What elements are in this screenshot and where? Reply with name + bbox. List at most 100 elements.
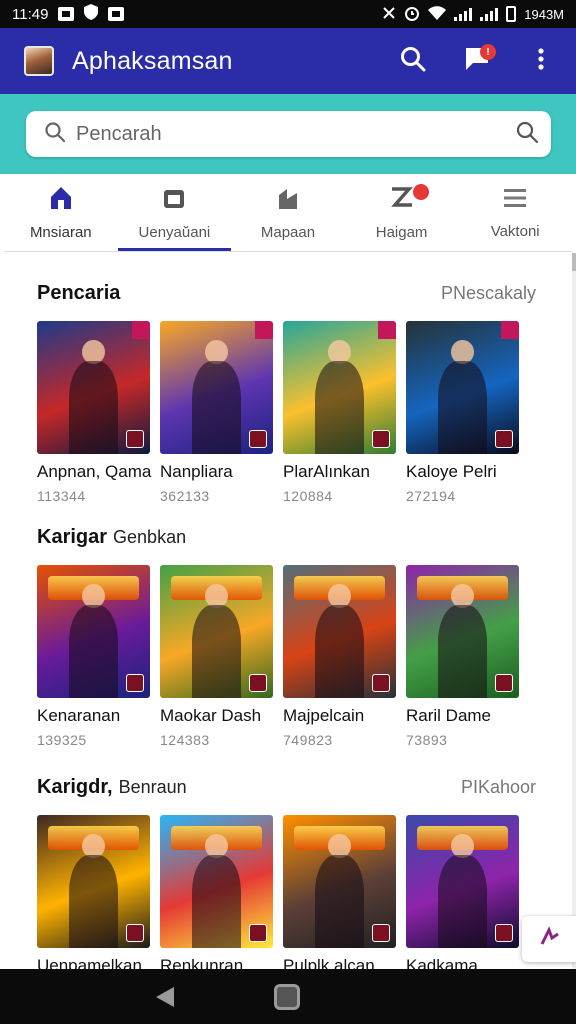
character-head	[82, 583, 105, 608]
tab-puzzle[interactable]: Mapaan	[231, 174, 345, 251]
back-icon[interactable]	[156, 986, 174, 1007]
game-download-count: 749823	[283, 732, 333, 748]
kebab-menu-icon	[537, 47, 545, 76]
scrollbar-thumb[interactable]	[572, 253, 576, 271]
game-card[interactable]: Anpnan, Qama 113344	[37, 321, 151, 504]
tab-store[interactable]: Uenyaŭani	[117, 174, 232, 251]
game-download-count: 362133	[160, 488, 210, 504]
game-cover-image[interactable]	[406, 321, 519, 454]
character-head	[451, 833, 474, 858]
game-cover-image[interactable]	[283, 815, 396, 948]
game-cover-image[interactable]	[283, 321, 396, 454]
game-title: Kenaranan	[37, 706, 121, 725]
more-options-button[interactable]	[526, 46, 556, 76]
game-title: Majpelcain	[283, 706, 365, 725]
tab-label: Mapaan	[260, 223, 316, 241]
section-header: Pencaria PNescakaly	[37, 281, 536, 305]
search-submit-icon[interactable]	[515, 120, 539, 149]
puzzle-icon	[275, 185, 301, 216]
game-title: Nanpliara	[160, 462, 233, 481]
rating-chip-icon	[372, 924, 390, 942]
rating-chip-icon	[126, 674, 144, 692]
rating-chip-icon	[126, 924, 144, 942]
tab-home[interactable]: Mnsiaran	[4, 174, 118, 251]
game-title: PlarAlınkan	[283, 462, 370, 481]
section-title: Karigar	[37, 525, 108, 548]
chat-icon	[389, 185, 415, 216]
character-figure	[68, 360, 119, 454]
card-row: Kenaranan 139325 Maokar Dash 124383 Majpelca…	[37, 565, 519, 748]
section-see-more-link[interactable]: PNescakaly	[441, 283, 536, 304]
signal-icon	[454, 7, 473, 21]
tab-label: Vaktoni	[490, 222, 540, 240]
search-button[interactable]	[398, 46, 428, 76]
game-card[interactable]: Nanpliara 362133	[160, 321, 273, 504]
notifications-button[interactable]: !	[462, 44, 496, 76]
section-see-more-link[interactable]: PIKahoor	[461, 777, 536, 798]
game-card[interactable]: Kenaranan 139325	[37, 565, 150, 748]
character-head	[205, 833, 228, 858]
search-icon	[400, 46, 426, 77]
rating-chip-icon	[249, 430, 267, 448]
card-row: Uenpamelkan10363Renkunran110334Pulplk al…	[37, 815, 519, 969]
character-head	[328, 339, 351, 364]
rating-chip-icon	[249, 924, 267, 942]
game-cover-image[interactable]	[37, 565, 150, 698]
app-title: Aphaksamsan	[72, 46, 233, 75]
section-subtitle: Benraun	[118, 776, 187, 797]
tab-bar: Mnsiaran Uenyaŭani Mapaan Haigam Vaktoni	[4, 174, 572, 252]
corner-badge	[132, 321, 150, 339]
scrollbar[interactable]	[572, 253, 576, 969]
notification-badge: !	[480, 44, 496, 60]
game-title: Uenpamelkan	[37, 956, 142, 969]
game-cover-image[interactable]	[37, 321, 150, 454]
corner-badge	[378, 321, 396, 339]
character-figure	[314, 854, 365, 948]
status-bar: 11:49 1943M	[0, 0, 576, 28]
section-subtitle: Genbkan	[113, 526, 187, 547]
status-right-text: 1943M	[524, 6, 564, 22]
status-time: 11:49	[12, 5, 49, 23]
character-figure	[437, 360, 488, 454]
game-cover-image[interactable]	[406, 565, 519, 698]
floating-action-button[interactable]	[522, 916, 576, 962]
battery-icon	[506, 6, 517, 22]
game-card[interactable]: PlarAlınkan 120884	[283, 321, 396, 504]
game-cover-image[interactable]	[160, 565, 273, 698]
search-box	[26, 111, 551, 157]
tab-chat[interactable]: Haigam	[345, 174, 459, 251]
search-input[interactable]	[76, 122, 515, 146]
game-card[interactable]: Kaloye Pelri 272194	[406, 321, 519, 504]
tab-menu[interactable]: Vaktoni	[458, 174, 572, 251]
tab-label: Uenyaŭani	[138, 223, 211, 241]
avatar[interactable]	[24, 46, 54, 76]
character-figure	[68, 604, 119, 698]
game-cover-image[interactable]	[160, 321, 273, 454]
character-head	[328, 833, 351, 858]
character-figure	[314, 360, 365, 454]
system-nav-bar	[0, 969, 576, 1024]
rating-chip-icon	[126, 430, 144, 448]
app-notification-icon	[108, 7, 125, 21]
rating-chip-icon	[249, 674, 267, 692]
game-card[interactable]: Renkunran110334	[160, 815, 273, 969]
character-head	[82, 339, 105, 364]
game-cover-image[interactable]	[406, 815, 519, 948]
section-title: Pencaria	[37, 281, 121, 304]
game-card[interactable]: Raril Dame 73893	[406, 565, 519, 748]
content-feed[interactable]: Pencaria PNescakaly Anpnan, Qama 113344 Nanp…	[4, 253, 572, 969]
game-cover-image[interactable]	[37, 815, 150, 948]
home-nav-icon[interactable]	[274, 983, 300, 1010]
game-card[interactable]: Pulplk alcan71134	[283, 815, 396, 969]
game-cover-image[interactable]	[283, 565, 396, 698]
game-card[interactable]: Maokar Dash 124383	[160, 565, 273, 748]
nfc-icon	[382, 6, 396, 23]
game-card[interactable]: Uenpamelkan10363	[37, 815, 150, 969]
shield-icon	[84, 4, 99, 24]
game-download-count: 120884	[283, 488, 333, 504]
game-cover-image[interactable]	[160, 815, 273, 948]
game-card[interactable]: Kadkama20322	[406, 815, 519, 969]
signal-2-icon	[480, 7, 499, 21]
character-figure	[68, 854, 119, 948]
game-card[interactable]: Majpelcain 749823	[283, 565, 396, 748]
